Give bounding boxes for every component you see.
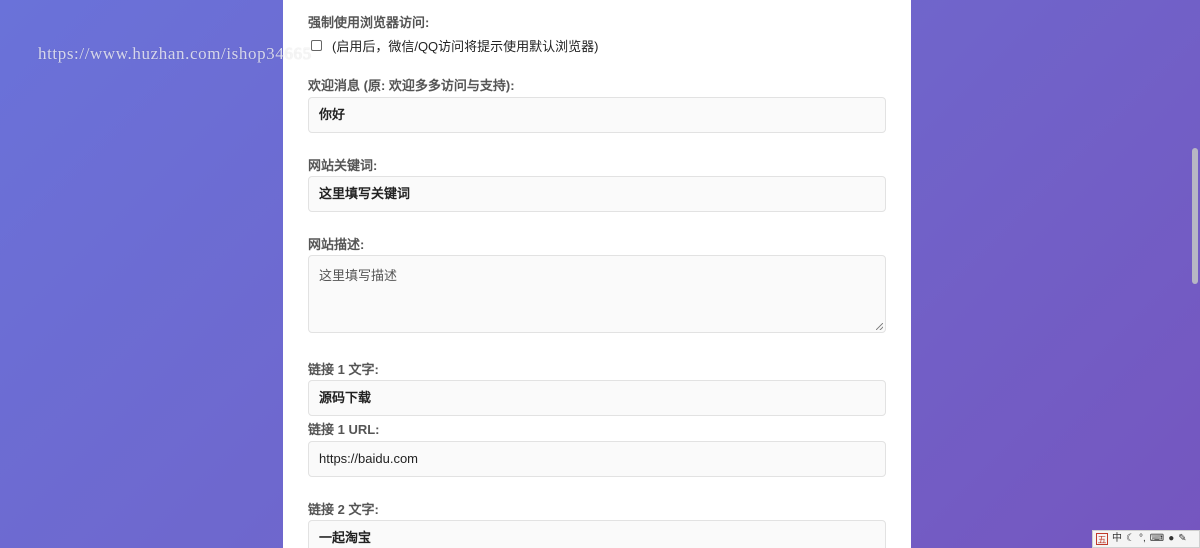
ime-toolbar: 五 中 ☾ °, ⌨ ● ✎ xyxy=(1092,530,1200,548)
site-keywords-label: 网站关键词: xyxy=(308,158,378,173)
site-keywords-input[interactable]: 这里填写关键词 xyxy=(308,176,886,212)
tools-icon[interactable]: ✎ xyxy=(1178,532,1186,546)
force-browser-label: 强制使用浏览器访问: xyxy=(308,15,430,30)
settings-form-card: 强制使用浏览器访问: (启用后，微信/QQ访问将提示使用默认浏览器) 欢迎消息 … xyxy=(283,0,911,548)
link2-text-label: 链接 2 文字: xyxy=(308,502,379,517)
link1-text-label: 链接 1 文字: xyxy=(308,362,379,377)
force-browser-hint: (启用后，微信/QQ访问将提示使用默认浏览器) xyxy=(332,38,599,54)
site-description-text: 这里填写描述 xyxy=(319,269,398,284)
welcome-message-label: 欢迎消息 (原: 欢迎多多访问与支持): xyxy=(308,78,515,93)
ime-logo-icon[interactable]: 五 xyxy=(1096,533,1108,545)
site-description-textarea[interactable]: 这里填写描述 xyxy=(308,255,886,333)
link1-text-input[interactable]: 源码下载 xyxy=(308,380,886,416)
page-scrollbar[interactable] xyxy=(1190,0,1200,548)
ime-mode-toggle[interactable]: 中 xyxy=(1112,532,1122,546)
watermark-text: https://www.huzhan.com/ishop34665 xyxy=(38,44,312,63)
link2-text-input[interactable]: 一起淘宝 xyxy=(308,520,886,548)
user-icon[interactable]: ● xyxy=(1168,532,1174,546)
resize-grip-icon[interactable] xyxy=(876,323,883,330)
punctuation-icon[interactable]: °, xyxy=(1139,532,1146,546)
link1-url-input[interactable]: https://baidu.com xyxy=(308,441,886,477)
keyboard-icon[interactable]: ⌨ xyxy=(1150,532,1164,546)
link1-url-label: 链接 1 URL: xyxy=(308,422,380,437)
welcome-message-input[interactable]: 你好 xyxy=(308,97,886,133)
site-description-label: 网站描述: xyxy=(308,237,365,252)
force-browser-option: (启用后，微信/QQ访问将提示使用默认浏览器) xyxy=(311,36,599,54)
scrollbar-thumb[interactable] xyxy=(1192,148,1198,284)
force-browser-checkbox[interactable] xyxy=(311,39,322,51)
moon-icon[interactable]: ☾ xyxy=(1126,532,1135,546)
